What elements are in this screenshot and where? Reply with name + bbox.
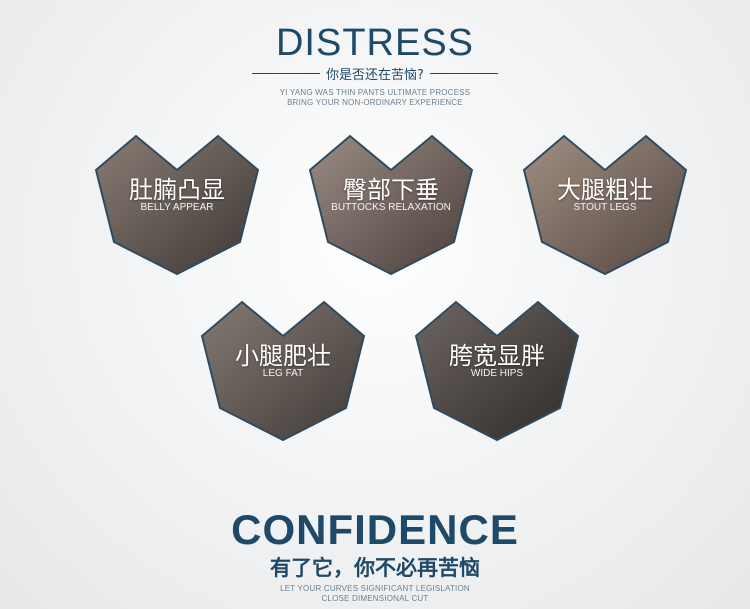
problem-label-cn: 大腿粗壮: [557, 176, 653, 204]
problem-label-en: BUTTOCKS RELAXATION: [331, 202, 451, 213]
problem-card-buttocks: 臀部下垂 BUTTOCKS RELAXATION: [308, 130, 474, 276]
problem-label-en: LEG FAT: [262, 368, 304, 379]
divider-line-left: [252, 72, 321, 74]
confidence-subtitle-en-1: LET YOUR CURVES SIGNIFICANT LEGISLATION: [280, 584, 470, 593]
distress-subtitle-row: 你是否还在苦恼?: [0, 64, 750, 83]
distress-subtitle-en-1: YI YANG WAS THIN PANTS ULTIMATE PROCESS: [279, 88, 471, 97]
problem-card-belly: 肚腩凸显 BELLY APPEAR: [94, 130, 260, 276]
problem-label-en: WIDE HIPS: [470, 368, 524, 379]
divider-line-right: [429, 72, 498, 74]
problem-label-cn: 肚腩凸显: [129, 176, 225, 204]
confidence-subtitle-cn: 有了它，你不必再苦恼: [270, 556, 480, 580]
problem-label-en: STOUT LEGS: [573, 202, 637, 213]
problem-card-thighs: 大腿粗壮 STOUT LEGS: [522, 130, 688, 276]
distress-subtitle-en-2: BRING YOUR NON-ORDINARY EXPERIENCE: [287, 98, 463, 107]
problem-label-cn: 小腿肥壮: [235, 342, 331, 370]
confidence-subtitle-en-2: CLOSE DIMENSIONAL CUT: [321, 594, 429, 603]
confidence-title: CONFIDENCE: [231, 506, 519, 553]
problem-label-cn: 胯宽显胖: [449, 342, 545, 370]
problem-card-hips: 胯宽显胖 WIDE HIPS: [414, 296, 580, 442]
problem-card-calves: 小腿肥壮 LEG FAT: [200, 296, 366, 442]
distress-subtitle-cn: 你是否还在苦恼?: [326, 67, 424, 83]
problem-label-en: BELLY APPEAR: [140, 202, 214, 213]
distress-title: DISTRESS: [275, 22, 475, 64]
problem-label-cn: 臀部下垂: [343, 176, 439, 204]
